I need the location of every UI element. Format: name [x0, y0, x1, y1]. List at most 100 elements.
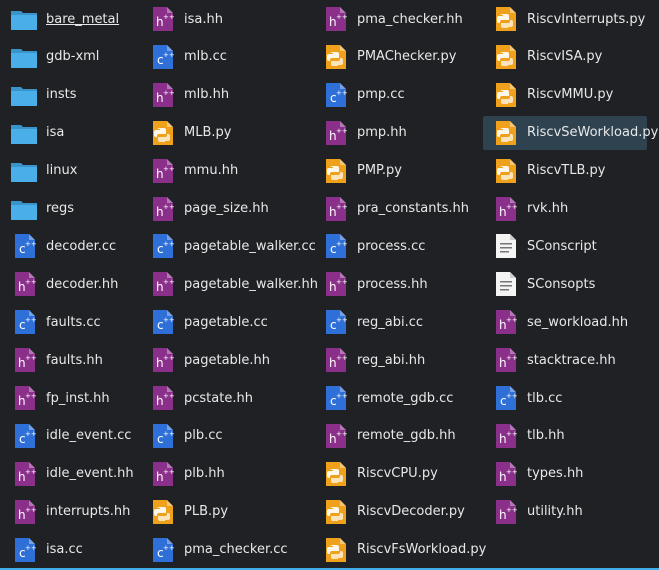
- file-item-pagetable-hh[interactable]: h ++ pagetable.hh: [140, 343, 310, 377]
- file-item-reg-abi-cc[interactable]: c ++ reg_abi.cc: [313, 305, 479, 339]
- file-item-remote-gdb-cc[interactable]: c ++ remote_gdb.cc: [313, 381, 479, 415]
- file-item-stacktrace-hh[interactable]: h ++ stacktrace.hh: [483, 343, 647, 377]
- svg-text:++: ++: [506, 430, 518, 438]
- python-icon: [321, 157, 349, 185]
- file-item-riscvdecoder-py[interactable]: RiscvDecoder.py: [313, 495, 479, 529]
- svg-text:++: ++: [336, 13, 348, 21]
- file-item-pmp-py[interactable]: PMP.py: [313, 154, 479, 188]
- file-item-idle-event-cc[interactable]: c ++ idle_event.cc: [2, 419, 136, 453]
- folder-item-bare-metal[interactable]: bare_metal: [2, 2, 136, 36]
- file-item-process-hh[interactable]: h ++ process.hh: [313, 267, 479, 301]
- file-item-sconsopts[interactable]: SConsopts: [483, 267, 647, 301]
- svg-text:++: ++: [163, 430, 175, 438]
- file-item-pagetable-walker-hh[interactable]: h ++ pagetable_walker.hh: [140, 267, 318, 301]
- file-item-riscvtlb-py[interactable]: RiscvTLB.py: [483, 154, 647, 188]
- file-name-label: SConscript: [527, 238, 597, 254]
- file-item-faults-cc[interactable]: c ++ faults.cc: [2, 305, 136, 339]
- svg-text:++: ++: [506, 392, 518, 400]
- cpp-header-icon: h ++: [491, 498, 519, 526]
- file-item-pmp-cc[interactable]: c ++ pmp.cc: [313, 78, 479, 112]
- file-item-mlb-py[interactable]: MLB.py: [140, 116, 310, 150]
- cpp-header-icon: h ++: [321, 5, 349, 33]
- svg-text:++: ++: [163, 13, 175, 21]
- folder-icon: [10, 81, 38, 109]
- file-item-utility-hh[interactable]: h ++ utility.hh: [483, 495, 647, 529]
- svg-text:++: ++: [336, 240, 348, 248]
- text-file-icon: [491, 270, 519, 298]
- file-item-pra-constants-hh[interactable]: h ++ pra_constants.hh: [313, 192, 479, 226]
- file-item-page-size-hh[interactable]: h ++ page_size.hh: [140, 192, 310, 226]
- file-name-label: remote_gdb.cc: [357, 390, 454, 406]
- cpp-source-icon: c ++: [148, 536, 176, 564]
- folder-item-insts[interactable]: insts: [2, 78, 136, 112]
- file-item-riscvinterrupts-py[interactable]: RiscvInterrupts.py: [483, 2, 647, 36]
- python-icon: [491, 119, 519, 147]
- file-item-fp-inst-hh[interactable]: h ++ fp_inst.hh: [2, 381, 136, 415]
- file-item-plb-cc[interactable]: c ++ plb.cc: [140, 419, 310, 453]
- svg-text:++: ++: [506, 354, 518, 362]
- folder-item-isa[interactable]: isa: [2, 116, 136, 150]
- file-item-decoder-cc[interactable]: c ++ decoder.cc: [2, 229, 136, 263]
- file-item-mlb-hh[interactable]: h ++ mlb.hh: [140, 78, 310, 112]
- svg-text:++: ++: [25, 506, 37, 514]
- file-item-isa-hh[interactable]: h ++ isa.hh: [140, 2, 310, 36]
- cpp-source-icon: c ++: [148, 232, 176, 260]
- file-item-riscvseworkload-py[interactable]: RiscvSeWorkload.py: [483, 115, 658, 150]
- file-item-reg-abi-hh[interactable]: h ++ reg_abi.hh: [313, 343, 479, 377]
- cpp-header-icon: h ++: [321, 346, 349, 374]
- file-item-pmachecker-py[interactable]: PMAChecker.py: [313, 40, 479, 74]
- folder-item-linux[interactable]: linux: [2, 154, 136, 188]
- file-item-pagetable-walker-cc[interactable]: c ++ pagetable_walker.cc: [140, 229, 316, 263]
- file-item-pmp-hh[interactable]: h ++ pmp.hh: [313, 116, 479, 150]
- text-file-icon: [491, 232, 519, 260]
- file-item-pma-checker-hh[interactable]: h ++ pma_checker.hh: [313, 2, 479, 36]
- cpp-header-icon: h ++: [148, 81, 176, 109]
- file-item-tlb-cc[interactable]: c ++ tlb.cc: [483, 381, 647, 415]
- file-name-label: process.cc: [357, 238, 426, 254]
- file-item-se-workload-hh[interactable]: h ++ se_workload.hh: [483, 305, 647, 339]
- cpp-source-icon: c ++: [321, 384, 349, 412]
- python-icon: [491, 43, 519, 71]
- folder-item-gdb-xml[interactable]: gdb-xml: [2, 40, 136, 74]
- file-name-label: RiscvFsWorkload.py: [357, 542, 487, 558]
- file-item-mlb-cc[interactable]: c ++ mlb.cc: [140, 40, 310, 74]
- file-item-faults-hh[interactable]: h ++ faults.hh: [2, 343, 136, 377]
- file-item-pma-checker-cc[interactable]: c ++ pma_checker.cc: [140, 533, 310, 567]
- file-item-tlb-hh[interactable]: h ++ tlb.hh: [483, 419, 647, 453]
- file-name-label: decoder.hh: [46, 276, 119, 292]
- file-item-isa-cc[interactable]: c ++ isa.cc: [2, 533, 136, 567]
- svg-text:++: ++: [163, 165, 175, 173]
- file-name-label: stacktrace.hh: [527, 352, 616, 368]
- file-item-riscvisa-py[interactable]: RiscvISA.py: [483, 40, 647, 74]
- svg-text:++: ++: [506, 506, 518, 514]
- file-name-label: regs: [46, 201, 75, 216]
- file-item-rvk-hh[interactable]: h ++ rvk.hh: [483, 192, 647, 226]
- svg-text:++: ++: [25, 544, 37, 552]
- folder-item-regs[interactable]: regs: [2, 192, 136, 226]
- file-item-mmu-hh[interactable]: h ++ mmu.hh: [140, 154, 310, 188]
- file-item-interrupts-hh[interactable]: h ++ interrupts.hh: [2, 495, 136, 529]
- file-item-plb-py[interactable]: PLB.py: [140, 495, 310, 529]
- file-name-label: pma_checker.hh: [357, 11, 463, 27]
- file-item-decoder-hh[interactable]: h ++ decoder.hh: [2, 267, 136, 301]
- file-item-process-cc[interactable]: c ++ process.cc: [313, 229, 479, 263]
- file-name-label: idle_event.cc: [46, 428, 132, 444]
- file-item-types-hh[interactable]: h ++ types.hh: [483, 457, 647, 491]
- file-item-riscvcpu-py[interactable]: RiscvCPU.py: [313, 457, 479, 491]
- file-item-idle-event-hh[interactable]: h ++ idle_event.hh: [2, 457, 136, 491]
- svg-text:++: ++: [163, 316, 175, 324]
- file-name-label: fp_inst.hh: [46, 390, 110, 406]
- file-item-remote-gdb-hh[interactable]: h ++ remote_gdb.hh: [313, 419, 479, 453]
- file-name-label: pagetable_walker.cc: [184, 238, 316, 254]
- file-item-pagetable-cc[interactable]: c ++ pagetable.cc: [140, 305, 310, 339]
- file-item-plb-hh[interactable]: h ++ plb.hh: [140, 457, 310, 491]
- cpp-source-icon: c ++: [148, 43, 176, 71]
- svg-text:++: ++: [336, 354, 348, 362]
- file-item-riscvfsworkload-py[interactable]: RiscvFsWorkload.py: [313, 533, 486, 567]
- file-name-label: decoder.cc: [46, 238, 117, 254]
- file-name-label: isa.hh: [184, 11, 223, 27]
- file-item-riscvmmu-py[interactable]: RiscvMMU.py: [483, 78, 647, 112]
- file-item-sconscript[interactable]: SConscript: [483, 229, 647, 263]
- cpp-header-icon: h ++: [10, 498, 38, 526]
- file-item-pcstate-hh[interactable]: h ++ pcstate.hh: [140, 381, 310, 415]
